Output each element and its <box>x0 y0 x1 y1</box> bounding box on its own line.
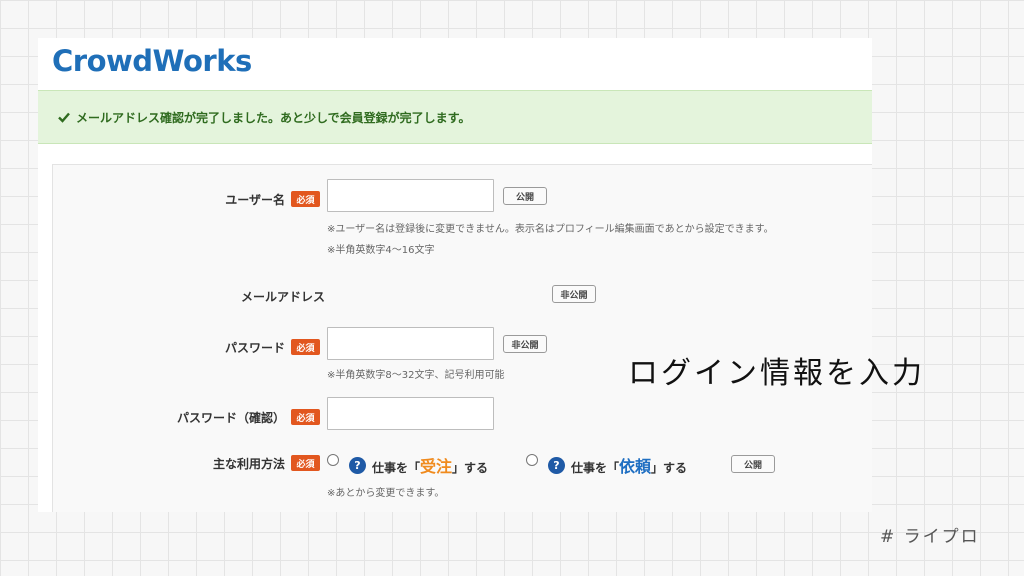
required-badge: 必須 <box>291 191 320 207</box>
password-confirm-label: パスワード（確認） <box>176 411 285 425</box>
password-label: パスワード <box>224 341 285 355</box>
password-input[interactable] <box>327 327 494 360</box>
screenshot-panel: CrowdWorks メールアドレス確認が完了しました。あと少しで会員登録が完了… <box>38 38 872 512</box>
registration-form: ユーザー名 必須 公開 ※ユーザー名は登録後に変更できません。表示名はプロフィー… <box>52 164 872 512</box>
check-icon <box>58 112 70 123</box>
required-badge: 必須 <box>291 409 320 425</box>
usage-visibility-badge: 公開 <box>731 455 775 473</box>
annotation-text: ログイン情報を入力 <box>628 356 925 391</box>
request-keyword: 依頼 <box>619 457 652 476</box>
username-input[interactable] <box>327 179 494 212</box>
usage-option-receive[interactable]: 仕事を「受注」する <box>372 453 488 477</box>
notice-text: メールアドレス確認が完了しました。あと少しで会員登録が完了します。 <box>76 110 471 125</box>
password-note: ※半角英数字8〜32文字、記号利用可能 <box>327 370 505 381</box>
usage-radio-request[interactable] <box>526 454 538 466</box>
usage-label: 主な利用方法 <box>212 457 285 471</box>
help-icon[interactable]: ? <box>349 457 366 474</box>
username-visibility-badge: 公開 <box>503 187 547 205</box>
required-badge: 必須 <box>291 455 320 471</box>
username-length-note: ※半角英数字4〜16文字 <box>327 245 435 256</box>
usage-radio-receive[interactable] <box>327 454 339 466</box>
username-note: ※ユーザー名は登録後に変更できません。表示名はプロフィール編集画面であとから設定… <box>327 224 774 235</box>
email-visibility-badge: 非公開 <box>552 285 596 303</box>
username-label: ユーザー名 <box>225 193 285 207</box>
password-confirm-input[interactable] <box>327 397 494 430</box>
receive-keyword: 受注 <box>420 457 453 476</box>
hashtag-watermark: # ライプロ <box>880 527 980 547</box>
help-icon[interactable]: ? <box>548 457 565 474</box>
success-notice: メールアドレス確認が完了しました。あと少しで会員登録が完了します。 <box>38 90 872 144</box>
usage-option-request[interactable]: 仕事を「依頼」する <box>571 453 687 477</box>
usage-note: ※あとから変更できます。 <box>327 488 445 499</box>
password-visibility-badge: 非公開 <box>503 335 547 353</box>
email-label: メールアドレス <box>240 290 325 304</box>
required-badge: 必須 <box>291 339 320 355</box>
crowdworks-logo[interactable]: CrowdWorks <box>52 44 252 78</box>
